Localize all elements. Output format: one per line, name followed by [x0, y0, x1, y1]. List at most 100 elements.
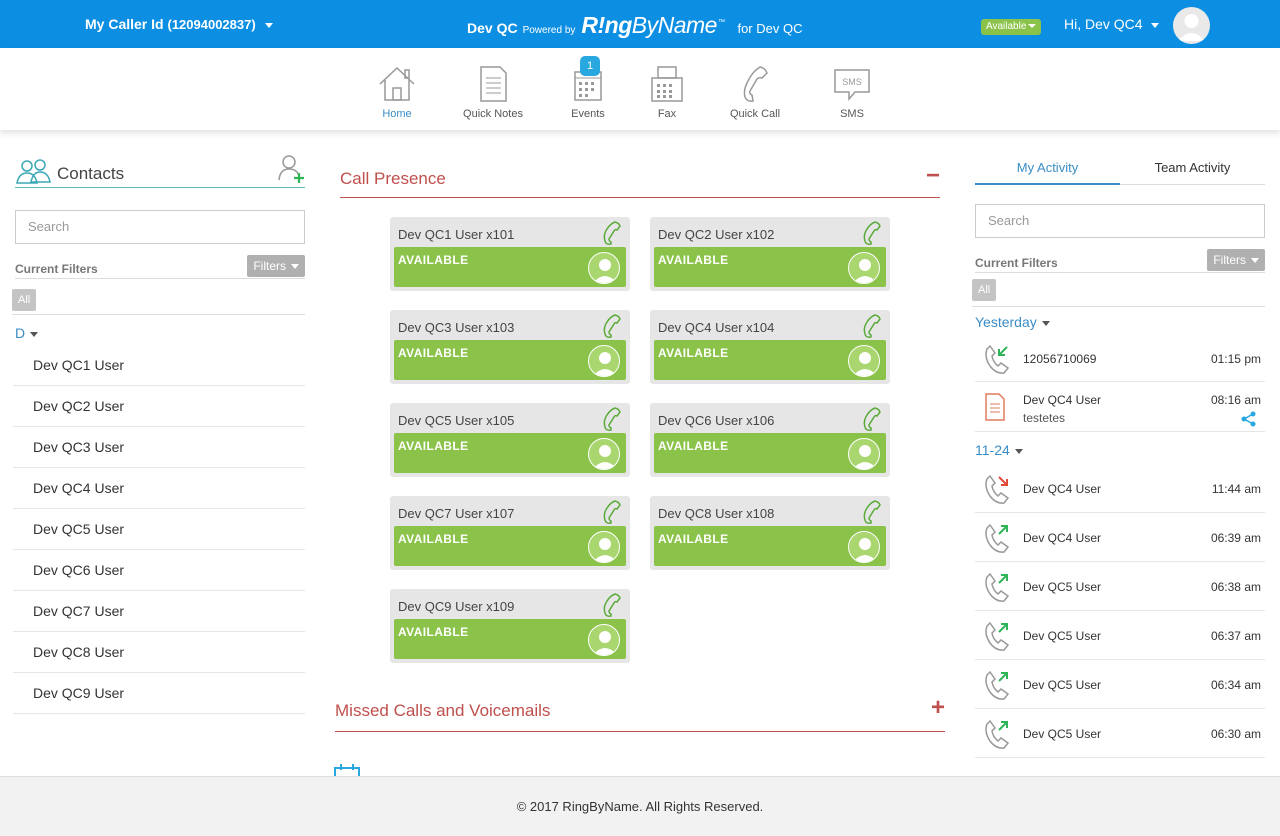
presence-card[interactable]: Dev QC6 User x106 AVAILABLE — [650, 403, 890, 477]
availability-status: AVAILABLE — [658, 532, 729, 546]
activity-who: Dev QC4 User — [1023, 393, 1102, 407]
call-icon[interactable] — [600, 314, 622, 343]
activity-tabs: My Activity Team Activity — [975, 150, 1265, 185]
presence-user-name: Dev QC6 User x106 — [658, 413, 775, 428]
notes-icon — [480, 66, 507, 102]
presence-card[interactable]: Dev QC3 User x103 AVAILABLE — [390, 310, 630, 384]
presence-user-name: Dev QC5 User x105 — [398, 413, 515, 428]
nav-sms[interactable]: SMS SMS — [807, 64, 897, 120]
activity-item[interactable]: Dev QC4 User 06:39 am — [975, 513, 1265, 562]
share-icon[interactable] — [1241, 411, 1257, 427]
ringbyname-logo: R!ngByName™ — [581, 12, 725, 38]
presence-card[interactable]: Dev QC9 User x109 AVAILABLE — [390, 589, 630, 663]
nav-fax-label: Fax — [657, 108, 677, 120]
activity-time: 01:15 pm — [1210, 352, 1261, 366]
contact-item[interactable]: Dev QC5 User — [13, 509, 305, 550]
tab-my-activity[interactable]: My Activity — [975, 160, 1120, 175]
group-date[interactable]: 11-24 — [975, 432, 1265, 464]
call-icon[interactable] — [860, 314, 882, 343]
presence-card[interactable]: Dev QC2 User x102 AVAILABLE — [650, 217, 890, 291]
presence-card[interactable]: Dev QC1 User x101 AVAILABLE — [390, 217, 630, 291]
activity-who: Dev QC4 User — [1023, 531, 1102, 545]
for-org: for Dev QC — [737, 21, 803, 36]
nav-quick-call[interactable]: Quick Call — [710, 64, 800, 120]
presence-user-name: Dev QC2 User x102 — [658, 227, 775, 242]
call-presence-header: Call Presence − — [340, 150, 940, 198]
availability-bar: AVAILABLE — [654, 340, 886, 380]
status-dropdown[interactable]: Available — [981, 19, 1042, 35]
call-icon[interactable] — [600, 407, 622, 436]
nav-home[interactable]: Home — [352, 64, 442, 120]
contact-item[interactable]: Dev QC8 User — [13, 632, 305, 673]
activity-item[interactable]: Dev QC4 User testetes 08:16 am — [975, 382, 1265, 432]
contacts-search-input[interactable]: Search — [15, 210, 305, 244]
call-icon[interactable] — [600, 221, 622, 250]
activity-time: 08:16 am — [1210, 393, 1261, 407]
tab-team-activity[interactable]: Team Activity — [1120, 160, 1265, 175]
activity-item[interactable]: Dev QC5 User 06:34 am — [975, 660, 1265, 709]
user-avatar-icon — [588, 438, 620, 470]
availability-status: AVAILABLE — [398, 625, 469, 639]
contacts-filters-button[interactable]: Filters — [247, 255, 305, 277]
availability-bar: AVAILABLE — [654, 433, 886, 473]
all-filter-chip[interactable]: All — [12, 289, 37, 311]
call-icon[interactable] — [860, 221, 882, 250]
activity-item[interactable]: Dev QC4 User 11:44 am — [975, 464, 1265, 513]
all-filter-chip[interactable]: All — [972, 279, 997, 301]
nav-fax[interactable]: Fax — [622, 64, 712, 120]
presence-card[interactable]: Dev QC4 User x104 AVAILABLE — [650, 310, 890, 384]
note-icon — [983, 392, 1007, 427]
svg-text:SMS: SMS — [842, 77, 862, 87]
add-contact-icon[interactable] — [277, 154, 305, 184]
call-icon[interactable] — [860, 500, 882, 529]
call-icon[interactable] — [860, 407, 882, 436]
activity-item[interactable]: 12056710069 01:15 pm — [975, 338, 1265, 382]
activity-item[interactable]: Dev QC5 User 06:38 am — [975, 562, 1265, 611]
presence-card[interactable]: Dev QC8 User x108 AVAILABLE — [650, 496, 890, 570]
copyright: © 2017 RingByName. All Rights Reserved. — [516, 799, 764, 814]
activity-search-input[interactable]: Search — [975, 204, 1265, 238]
chevron-down-icon — [1014, 448, 1023, 454]
availability-bar: AVAILABLE — [394, 619, 626, 659]
activity-who: Dev QC5 User — [1023, 727, 1102, 741]
presence-user-name: Dev QC8 User x108 — [658, 506, 775, 521]
user-menu[interactable]: Hi, Dev QC4 — [1064, 16, 1160, 32]
availability-bar: AVAILABLE — [394, 433, 626, 473]
group-yesterday[interactable]: Yesterday — [975, 308, 1265, 338]
contact-item[interactable]: Dev QC9 User — [13, 673, 305, 714]
contact-item[interactable]: Dev QC3 User — [13, 427, 305, 468]
expand-icon[interactable]: + — [931, 694, 945, 722]
presence-user-name: Dev QC3 User x103 — [398, 320, 515, 335]
activity-time: 06:30 am — [1210, 727, 1261, 741]
contacts-group-d[interactable]: D — [15, 319, 305, 345]
current-filters-label: Current Filters — [15, 262, 98, 276]
user-avatar-icon — [588, 531, 620, 563]
activity-item[interactable]: Dev QC5 User 06:37 am — [975, 611, 1265, 660]
activity-filters-button[interactable]: Filters — [1207, 249, 1265, 271]
activity-who: Dev QC5 User — [1023, 678, 1102, 692]
footer: © 2017 RingByName. All Rights Reserved. — [0, 776, 1280, 836]
caller-id-dropdown[interactable]: My Caller Id (12094002837) — [85, 16, 273, 32]
activity-item[interactable]: Dev QC5 User 06:30 am — [975, 709, 1265, 758]
nav-quick-call-label: Quick Call — [729, 108, 781, 120]
contact-item[interactable]: Dev QC4 User — [13, 468, 305, 509]
contact-item[interactable]: Dev QC6 User — [13, 550, 305, 591]
nav-sms-label: SMS — [840, 108, 864, 120]
user-avatar[interactable] — [1173, 7, 1210, 44]
presence-user-name: Dev QC1 User x101 — [398, 227, 515, 242]
user-avatar-icon — [588, 624, 620, 656]
activity-chip-row: All — [972, 273, 1265, 307]
presence-card[interactable]: Dev QC5 User x105 AVAILABLE — [390, 403, 630, 477]
call-icon[interactable] — [600, 593, 622, 622]
nav-events[interactable]: 1 Events — [543, 56, 633, 120]
availability-status: AVAILABLE — [658, 439, 729, 453]
collapse-icon[interactable]: − — [926, 162, 940, 190]
contact-item[interactable]: Dev QC7 User — [13, 591, 305, 632]
activity-time: 11:44 am — [1211, 482, 1261, 496]
call-icon[interactable] — [600, 500, 622, 529]
nav-quick-notes[interactable]: Quick Notes — [448, 64, 538, 120]
contact-item[interactable]: Dev QC1 User — [13, 345, 305, 386]
contact-item[interactable]: Dev QC2 User — [13, 386, 305, 427]
presence-card[interactable]: Dev QC7 User x107 AVAILABLE — [390, 496, 630, 570]
availability-bar: AVAILABLE — [394, 340, 626, 380]
